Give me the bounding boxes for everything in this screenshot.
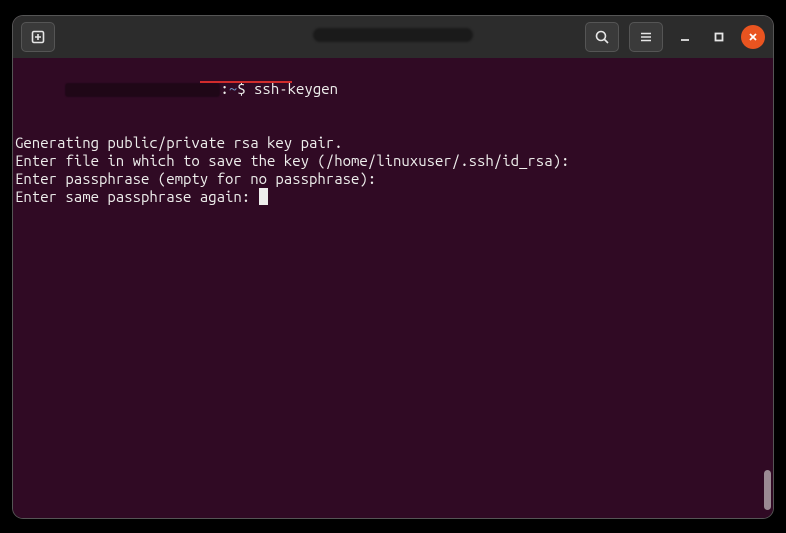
maximize-icon <box>713 31 725 43</box>
menu-button[interactable] <box>629 22 663 52</box>
terminal-window: :~$ ssh-keygen Generating public/private… <box>13 16 773 518</box>
new-tab-icon <box>30 29 46 45</box>
title-redacted <box>313 28 473 42</box>
output-line-4-text: Enter same passphrase again: <box>15 188 259 205</box>
close-icon <box>747 31 759 43</box>
output-line-4: Enter same passphrase again: <box>15 188 771 206</box>
maximize-button[interactable] <box>707 25 731 49</box>
window-title <box>313 28 473 45</box>
hamburger-icon <box>638 29 654 45</box>
titlebar-right <box>585 22 765 52</box>
search-button[interactable] <box>585 22 619 52</box>
close-button[interactable] <box>741 25 765 49</box>
minimize-icon <box>679 31 691 43</box>
titlebar-left <box>21 22 579 52</box>
output-line-2: Enter file in which to save the key (/ho… <box>15 152 771 170</box>
output-line-3: Enter passphrase (empty for no passphras… <box>15 170 771 188</box>
prompt-line: :~$ ssh-keygen <box>15 62 771 134</box>
output-line-1: Generating public/private rsa key pair. <box>15 134 771 152</box>
new-tab-button[interactable] <box>21 22 55 52</box>
titlebar <box>13 16 773 58</box>
search-icon <box>594 29 610 45</box>
minimize-button[interactable] <box>673 25 697 49</box>
scrollbar-thumb[interactable] <box>764 470 771 510</box>
command-underline <box>200 81 292 83</box>
prompt-user-host-redacted <box>65 83 220 97</box>
terminal-body[interactable]: :~$ ssh-keygen Generating public/private… <box>13 58 773 518</box>
cursor <box>259 188 268 205</box>
